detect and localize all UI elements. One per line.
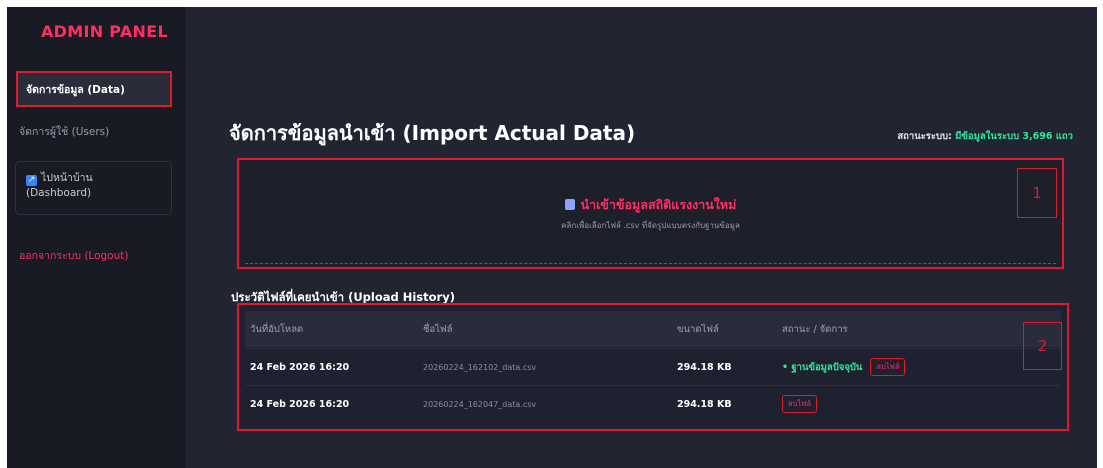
- cell-size: 294.18 KB: [677, 361, 732, 373]
- cell-filename: 20260224_162047_data.csv: [423, 399, 537, 409]
- clipboard-icon: [564, 199, 575, 210]
- upload-subtitle: คลิกเพื่อเลือกไฟล์ .csv ที่จัดรูปแบบตรงก…: [561, 221, 740, 230]
- sidebar-item-data[interactable]: จัดการข้อมูล (Data): [16, 71, 172, 107]
- system-status: สถานะระบบ: มีข้อมูลในระบบ 3,696 แถว: [897, 129, 1073, 144]
- status-badge-current: • ฐานข้อมูลปัจจุบัน: [782, 361, 863, 373]
- app-window: ADMIN PANEL จัดการข้อมูล (Data) จัดการผู…: [7, 7, 1097, 468]
- upload-dropzone-inner: นำเข้าข้อมูลสถิติแรงงานใหม่ คลิกเพื่อเลื…: [245, 163, 1056, 264]
- upload-title-text: นำเข้าข้อมูลสถิติแรงงานใหม่: [580, 197, 737, 212]
- sidebar-item-label: จัดการข้อมูล (Data): [26, 83, 125, 96]
- sidebar-item-label: ไปหน้าบ้าน: [41, 172, 93, 184]
- main-content: จัดการข้อมูลนำเข้า (Import Actual Data) …: [186, 7, 1097, 468]
- brand-title: ADMIN PANEL: [41, 22, 168, 41]
- cell-date: 24 Feb 2026 16:20: [250, 398, 350, 410]
- sidebar-item-dashboard[interactable]: ↗ ไปหน้าบ้าน (Dashboard): [15, 161, 172, 215]
- column-header-status: สถานะ / จัดการ: [782, 323, 848, 335]
- table-row: 24 Feb 2026 16:20 20260224_162047_data.c…: [245, 385, 1061, 422]
- sidebar: ADMIN PANEL จัดการข้อมูล (Data) จัดการผู…: [7, 7, 186, 468]
- sidebar-item-users[interactable]: จัดการผู้ใช้ (Users): [19, 123, 109, 140]
- cell-status: • ฐานข้อมูลปัจจุบัน ลบไฟล์: [782, 358, 906, 376]
- sidebar-item-label-secondary: (Dashboard): [26, 187, 92, 199]
- cell-size: 294.18 KB: [677, 398, 732, 410]
- annotation-marker-2: 2: [1023, 322, 1062, 370]
- annotation-marker-1: 1: [1017, 168, 1057, 218]
- status-value: มีข้อมูลในระบบ 3,696 แถว: [955, 131, 1073, 142]
- upload-title: นำเข้าข้อมูลสถิติแรงงานใหม่: [245, 195, 1056, 215]
- cell-status: ลบไฟล์: [782, 395, 818, 413]
- column-header-date: วันที่อัปโหลด: [250, 323, 304, 335]
- sidebar-item-label: ออกจากระบบ (Logout): [19, 250, 129, 262]
- history-table: วันที่อัปโหลด ชื่อไฟล์ ขนาดไฟล์ สถานะ / …: [237, 303, 1069, 431]
- column-header-size: ขนาดไฟล์: [677, 323, 719, 335]
- delete-file-button[interactable]: ลบไฟล์: [870, 358, 906, 376]
- cell-filename: 20260224_162102_data.csv: [423, 362, 537, 372]
- external-link-icon: ↗: [26, 175, 37, 186]
- upload-dropzone[interactable]: นำเข้าข้อมูลสถิติแรงงานใหม่ คลิกเพื่อเลื…: [237, 158, 1064, 269]
- page-title: จัดการข้อมูลนำเข้า (Import Actual Data): [229, 121, 636, 145]
- table-row: 24 Feb 2026 16:20 20260224_162102_data.c…: [245, 348, 1061, 385]
- column-header-filename: ชื่อไฟล์: [423, 323, 453, 335]
- table-header: วันที่อัปโหลด ชื่อไฟล์ ขนาดไฟล์ สถานะ / …: [245, 311, 1061, 347]
- status-label: สถานะระบบ:: [897, 131, 952, 142]
- sidebar-item-logout[interactable]: ออกจากระบบ (Logout): [19, 247, 128, 264]
- cell-date: 24 Feb 2026 16:20: [250, 361, 350, 373]
- sidebar-item-label: จัดการผู้ใช้ (Users): [19, 126, 110, 138]
- delete-file-button[interactable]: ลบไฟล์: [782, 395, 818, 413]
